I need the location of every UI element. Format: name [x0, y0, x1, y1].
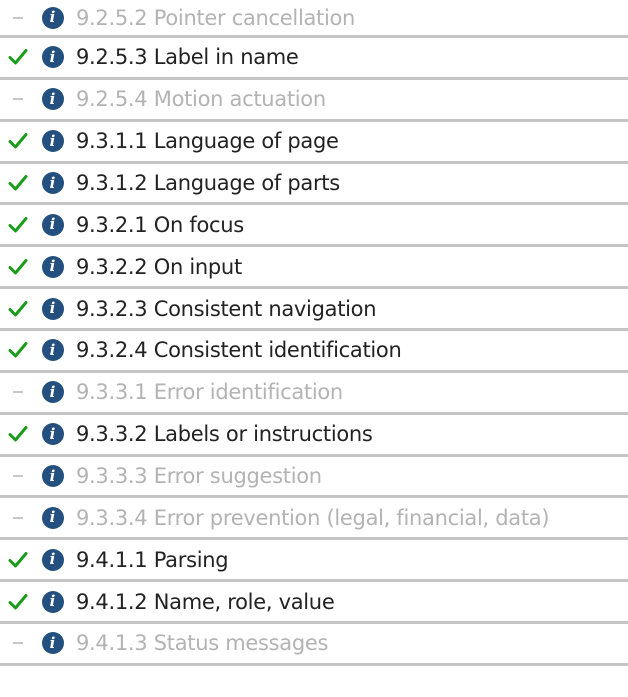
criterion-label: 9.2.5.2 Pointer cancellation — [76, 5, 356, 30]
check-icon — [7, 593, 29, 611]
info-icon[interactable]: i — [42, 255, 64, 278]
info-icon[interactable]: i — [42, 213, 64, 236]
criterion-label: 9.3.2.3 Consistent navigation — [76, 296, 377, 321]
criterion-row: i 9.2.5.4 Motion actuation — [0, 80, 628, 122]
criterion-row: i 9.3.2.3 Consistent navigation — [0, 289, 628, 332]
criterion-label: 9.3.3.3 Error suggestion — [76, 464, 322, 489]
check-icon — [7, 341, 29, 359]
criterion-row: i 9.3.2.4 Consistent identification — [0, 331, 628, 373]
criterion-row: i 9.3.3.1 Error identification — [0, 373, 628, 415]
info-icon[interactable]: i — [42, 381, 64, 404]
info-icon[interactable]: i — [42, 172, 64, 194]
info-icon[interactable]: i — [42, 130, 64, 153]
info-icon[interactable]: i — [42, 506, 64, 529]
dash-icon — [7, 475, 29, 478]
check-icon — [7, 216, 29, 234]
check-icon — [7, 300, 29, 318]
criterion-label: 9.2.5.3 Label in name — [76, 45, 299, 70]
info-icon[interactable]: i — [42, 6, 64, 29]
info-icon[interactable]: i — [42, 465, 64, 488]
criterion-label: 9.3.3.4 Error prevention (legal, financi… — [76, 505, 550, 530]
dash-icon — [7, 98, 29, 101]
criterion-row: i 9.3.1.1 Language of page — [0, 122, 628, 164]
criterion-label: 9.3.2.2 On input — [76, 254, 242, 279]
check-icon — [7, 132, 29, 150]
check-icon — [7, 551, 29, 569]
criterion-label: 9.3.1.1 Language of page — [76, 129, 339, 154]
criterion-label: 9.4.1.2 Name, role, value — [76, 589, 335, 614]
criterion-row: i 9.2.5.3 Label in name — [0, 38, 628, 80]
criterion-label: 9.3.3.1 Error identification — [76, 380, 343, 405]
check-icon — [7, 425, 29, 443]
dash-icon — [7, 642, 29, 645]
criterion-row: i 9.3.2.1 On focus — [0, 205, 628, 248]
criterion-row: i 9.2.5.2 Pointer cancellation — [0, 0, 628, 38]
check-icon — [7, 48, 29, 66]
info-icon[interactable]: i — [42, 297, 64, 320]
dash-icon — [7, 391, 29, 394]
dash-icon — [7, 516, 29, 519]
criterion-label: 9.4.1.3 Status messages — [76, 631, 329, 656]
check-icon — [7, 174, 29, 192]
info-icon[interactable]: i — [42, 46, 64, 69]
criterion-row: i 9.4.1.3 Status messages — [0, 624, 628, 666]
criteria-list: i 9.2.5.2 Pointer cancellation i 9.2.5.3 La… — [0, 0, 628, 666]
criterion-label: 9.3.1.2 Language of parts — [76, 171, 340, 195]
criterion-label: 9.3.2.1 On focus — [76, 212, 244, 237]
info-icon[interactable]: i — [42, 632, 64, 655]
criterion-row: i 9.3.3.2 Labels or instructions — [0, 415, 628, 457]
criterion-row: i 9.3.1.2 Language of parts — [0, 164, 628, 206]
info-icon[interactable]: i — [42, 88, 64, 111]
criterion-row: i 9.4.1.2 Name, role, value — [0, 582, 628, 625]
info-icon[interactable]: i — [42, 548, 64, 571]
check-icon — [7, 258, 29, 276]
criterion-label: 9.3.2.4 Consistent identification — [76, 338, 402, 363]
info-icon[interactable]: i — [42, 590, 64, 613]
info-icon[interactable]: i — [42, 339, 64, 362]
dash-icon — [7, 16, 29, 19]
criterion-row: i 9.4.1.1 Parsing — [0, 540, 628, 583]
criterion-row: i 9.3.2.2 On input — [0, 247, 628, 290]
criterion-label: 9.2.5.4 Motion actuation — [76, 87, 326, 112]
criterion-label: 9.4.1.1 Parsing — [76, 547, 229, 572]
criterion-row: i 9.3.3.4 Error prevention (legal, financ… — [0, 498, 628, 541]
criterion-label: 9.3.3.2 Labels or instructions — [76, 422, 373, 447]
info-icon[interactable]: i — [42, 423, 64, 446]
criterion-row: i 9.3.3.3 Error suggestion — [0, 457, 628, 499]
